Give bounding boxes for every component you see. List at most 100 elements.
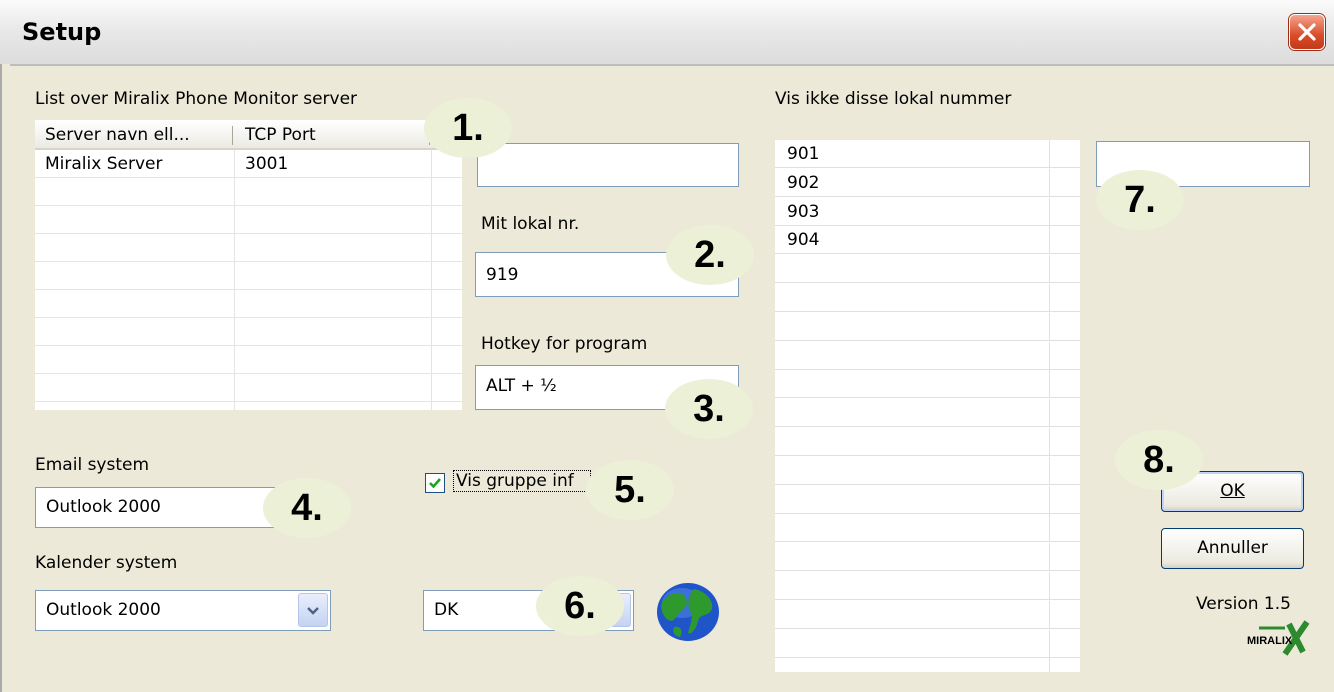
callout-6: 6. <box>536 576 624 636</box>
callout-8: 8. <box>1115 430 1203 490</box>
list-item-value <box>775 658 1050 672</box>
tcp-port-cell <box>235 346 432 373</box>
column-header-tcp-port[interactable]: TCP Port <box>235 120 432 150</box>
list-item-value <box>775 341 1050 369</box>
miralix-logo: MIRALIX <box>1247 620 1310 656</box>
list-item[interactable] <box>775 341 1080 370</box>
list-item-value <box>775 284 1050 311</box>
list-item-value <box>775 485 1050 513</box>
version-text: Version 1.5 <box>1196 594 1291 614</box>
list-item[interactable] <box>775 312 1080 341</box>
tcp-port-cell <box>235 374 432 401</box>
list-item-value <box>775 600 1050 628</box>
server-name-cell <box>35 234 235 261</box>
table-row[interactable] <box>35 178 462 206</box>
list-item-value: 902 <box>775 168 1050 196</box>
group-info-checkbox[interactable] <box>425 473 445 493</box>
calendar-system-value: Outlook 2000 <box>46 600 161 620</box>
tcp-port-cell <box>235 262 432 289</box>
server-list[interactable]: Server navn ell... TCP Port Miralix Serv… <box>35 120 462 410</box>
tcp-port-cell <box>235 178 432 205</box>
server-name-cell <box>35 262 235 289</box>
server-name-cell <box>35 206 235 233</box>
tcp-port-cell <box>235 290 432 317</box>
server-input[interactable] <box>477 143 739 187</box>
cancel-button-label: Annuller <box>1197 538 1268 558</box>
svg-text:MIRALIX: MIRALIX <box>1247 635 1293 647</box>
list-item-value <box>775 255 1050 283</box>
list-item[interactable] <box>775 572 1080 600</box>
column-divider[interactable] <box>232 126 233 145</box>
list-item-value <box>775 370 1050 398</box>
list-item-value <box>775 514 1050 542</box>
table-row[interactable] <box>35 290 462 318</box>
list-item[interactable] <box>775 629 1080 658</box>
list-item-value <box>775 629 1050 657</box>
callout-3: 3. <box>665 379 753 439</box>
language-value: DK <box>434 600 459 620</box>
callout-1: 1. <box>424 98 512 158</box>
email-system-value: Outlook 2000 <box>46 497 161 517</box>
list-item[interactable] <box>775 428 1080 456</box>
email-system-label: Email system <box>35 455 150 475</box>
exclude-list-label: Vis ikke disse lokal nummer <box>775 89 1012 109</box>
list-item-value <box>775 399 1050 427</box>
list-item-value <box>775 312 1050 340</box>
list-item[interactable]: 904 <box>775 226 1080 255</box>
list-item-value <box>775 543 1050 571</box>
tcp-port-cell <box>235 206 432 233</box>
list-item-value: 904 <box>775 226 1050 254</box>
callout-2: 2. <box>666 225 754 285</box>
server-name-cell: Miralix Server <box>35 150 235 177</box>
globe-icon <box>657 583 719 641</box>
callout-4: 4. <box>263 478 351 538</box>
list-item-value <box>775 572 1050 599</box>
list-item[interactable]: 902 <box>775 168 1080 197</box>
callout-5: 5. <box>586 460 674 520</box>
chevron-down-icon <box>307 607 319 615</box>
table-row[interactable] <box>35 262 462 290</box>
list-item[interactable] <box>775 600 1080 629</box>
list-item[interactable] <box>775 485 1080 514</box>
list-item[interactable] <box>775 399 1080 428</box>
list-item[interactable] <box>775 284 1080 312</box>
window-title: Setup <box>22 18 102 46</box>
server-name-cell <box>35 318 235 345</box>
server-name-cell <box>35 290 235 317</box>
column-header-server-name[interactable]: Server navn ell... <box>35 120 235 150</box>
tcp-port-cell <box>235 318 432 345</box>
tcp-port-cell <box>235 402 432 410</box>
group-info-label[interactable]: Vis gruppe inf <box>453 470 591 492</box>
server-name-cell <box>35 402 235 410</box>
calendar-system-select[interactable]: Outlook 2000 <box>35 590 331 631</box>
exclude-number-list[interactable]: 901 902 903 904 <box>775 140 1080 672</box>
list-item-value <box>775 428 1050 455</box>
list-item[interactable] <box>775 658 1080 672</box>
hotkey-label: Hotkey for program <box>481 334 648 354</box>
table-row[interactable] <box>35 402 462 410</box>
title-bar[interactable]: Setup <box>0 0 1334 66</box>
list-item[interactable] <box>775 456 1080 485</box>
table-row[interactable]: Miralix Server 3001 <box>35 150 462 178</box>
checkmark-icon <box>429 478 441 489</box>
setup-dialog: Setup List over Miralix Phone Monitor se… <box>0 0 1334 692</box>
list-item-value: 903 <box>775 197 1050 225</box>
list-item[interactable]: 903 <box>775 197 1080 226</box>
callout-7: 7. <box>1096 170 1184 230</box>
list-item[interactable] <box>775 255 1080 284</box>
table-row[interactable] <box>35 318 462 346</box>
table-row[interactable] <box>35 346 462 374</box>
cancel-button[interactable]: Annuller <box>1161 528 1304 569</box>
close-icon <box>1298 23 1316 41</box>
table-row[interactable] <box>35 206 462 234</box>
list-item[interactable]: 901 <box>775 140 1080 168</box>
list-item[interactable] <box>775 543 1080 572</box>
calendar-dropdown-button[interactable] <box>298 593 328 627</box>
close-button[interactable] <box>1289 14 1325 50</box>
server-name-cell <box>35 374 235 401</box>
table-row[interactable] <box>35 374 462 402</box>
list-item[interactable] <box>775 514 1080 543</box>
table-row[interactable] <box>35 234 462 262</box>
ok-button-label: OK <box>1220 481 1245 501</box>
list-item[interactable] <box>775 370 1080 399</box>
